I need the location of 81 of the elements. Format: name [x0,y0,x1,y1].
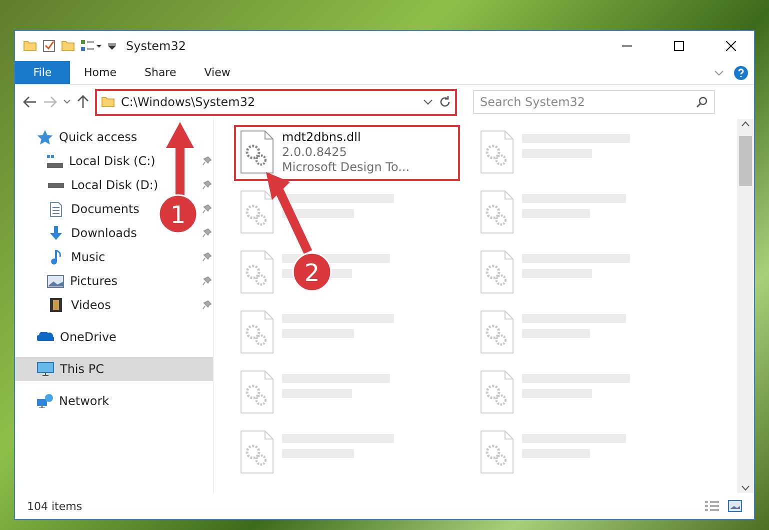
blurred-text-bar [282,209,354,218]
pin-icon[interactable] [202,156,212,166]
nav-item[interactable]: Local Disk (C:) [15,149,162,173]
monitor-icon [37,362,54,376]
ribbon-tab[interactable]: File [15,61,70,84]
dropdown-arrow-icon[interactable] [108,42,116,50]
faded-file-icon [480,430,514,474]
back-arrow-icon[interactable] [23,96,37,108]
download-icon [50,226,62,240]
drive-icon [48,182,64,188]
view-options-icon[interactable] [81,40,102,52]
music-note-icon [51,250,61,264]
up-arrow-icon[interactable] [77,95,89,109]
number-badge [158,194,198,234]
nav-item[interactable]: Downloads [15,221,143,245]
details-view-icon[interactable] [704,500,720,512]
ribbon-tab[interactable]: View [190,61,244,84]
picture-icon [47,274,64,288]
pin-icon[interactable] [202,180,212,190]
number-badge [292,252,332,292]
file-item[interactable]: mdt2dbns.dll 2.0.0.8425 Microsoft Design To... [234,125,460,181]
pin-icon[interactable] [202,228,212,238]
nav-item[interactable]: Quick access [15,125,144,149]
faded-file-icon [240,430,274,474]
pin-icon[interactable] [202,300,212,310]
ribbon-tab[interactable]: Home [70,61,130,84]
refresh-icon[interactable] [439,96,451,108]
nav-item[interactable]: OneDrive [15,325,122,349]
folder-icon [101,96,115,108]
new-folder-icon [61,40,75,52]
window-title: System32 [126,39,188,53]
dll-file-icon [240,130,274,174]
star-icon [37,130,53,144]
nav-item[interactable]: Pictures [15,269,124,293]
properties-icon[interactable] [43,40,55,52]
drive-icon [47,154,63,168]
folder-icon [23,40,37,52]
chevron-down-icon[interactable] [63,99,71,105]
cloud-icon [37,332,54,342]
faded-file-icon [480,370,514,414]
faded-file-icon [240,190,274,234]
file-detail: Microsoft Design To... [282,160,410,174]
large-icons-view-icon[interactable] [728,500,742,512]
chevron-down-icon[interactable] [423,99,433,105]
help-icon[interactable] [734,66,748,80]
network-icon [37,394,53,408]
scroll-up-icon[interactable] [741,121,750,127]
faded-file-icon [240,310,274,354]
nav-item[interactable]: Documents [15,197,146,221]
nav-item[interactable]: Network [15,389,116,413]
faded-file-icon [480,310,514,354]
pin-icon[interactable] [202,204,212,214]
faded-file-icon [480,190,514,234]
search-icon [696,96,708,108]
faded-file-icon [480,250,514,294]
file-detail: 2.0.0.8425 [282,145,348,159]
ribbon-tab[interactable]: Share [130,61,190,84]
scrollbar[interactable] [737,119,754,493]
film-icon [50,298,62,312]
minimize-icon[interactable] [622,45,632,47]
nav-item[interactable]: This PC [15,357,213,381]
file-name: mdt2dbns.dll [282,130,362,144]
pin-icon[interactable] [202,276,212,286]
expand-ribbon-icon[interactable] [714,70,724,76]
faded-file-icon [240,250,274,294]
address-bar[interactable]: C:\Windows\System32 [95,88,457,116]
close-icon[interactable] [726,41,736,51]
nav-item[interactable]: Videos [15,293,117,317]
search-field[interactable]: Search System32 [473,90,715,114]
scroll-down-icon[interactable] [741,485,750,491]
faded-file-icon [480,130,514,174]
document-icon [50,202,62,216]
nav-item[interactable]: Music [15,245,112,269]
pin-icon[interactable] [202,252,212,262]
maximize-icon[interactable] [674,41,684,51]
callout-number: 1 [170,201,186,229]
scroll-thumb[interactable] [739,136,752,186]
nav-item[interactable]: Local Disk (D:) [15,173,164,197]
item-count: 104 items [27,500,84,512]
callout-number: 2 [304,259,320,287]
faded-file-icon [240,370,274,414]
